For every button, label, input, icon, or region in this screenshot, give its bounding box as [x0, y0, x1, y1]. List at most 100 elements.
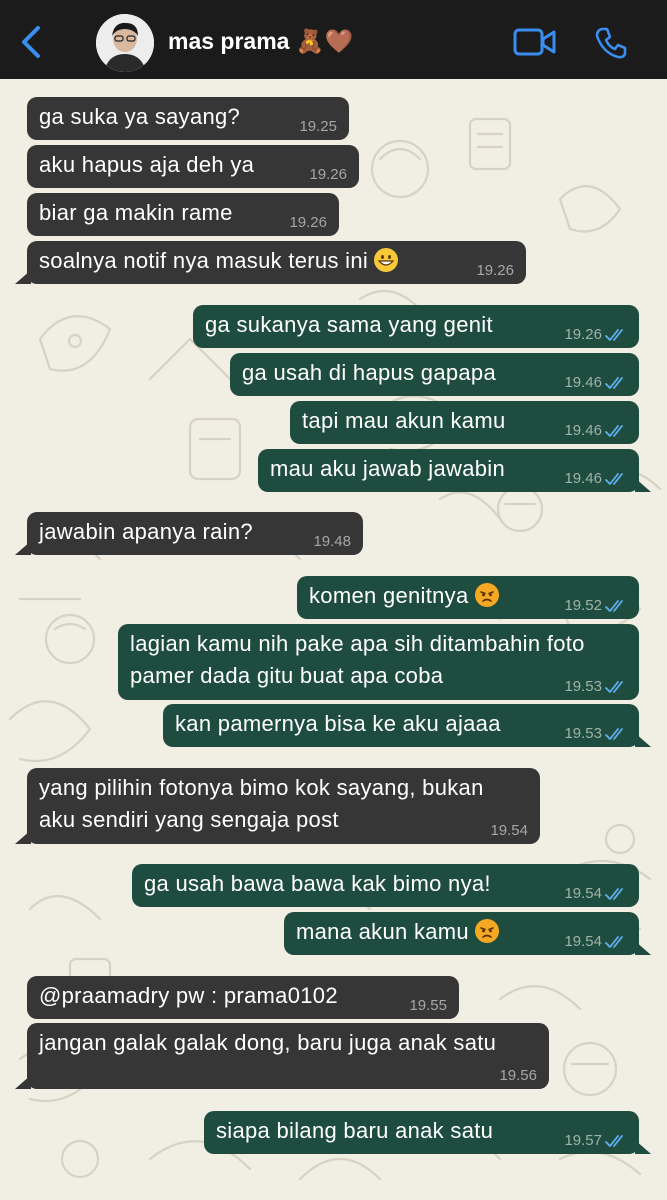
message-time: 19.53: [564, 725, 602, 742]
read-receipt-icon: [605, 425, 623, 437]
message-timestamp: 19.48: [313, 534, 351, 550]
read-receipt-icon: [605, 600, 623, 612]
bubble-tail: [635, 733, 651, 747]
avatar[interactable]: [96, 14, 154, 72]
message-timestamp: 19.53: [564, 679, 627, 695]
message-time: 19.54: [490, 822, 528, 839]
message-text: lagian kamu nih pake apa sih ditambahin …: [130, 631, 585, 688]
message-time: 19.52: [564, 597, 602, 614]
read-receipt-icon: [605, 936, 623, 948]
message-timestamp: 19.46: [564, 423, 627, 439]
message-text: jangan galak galak dong, baru juga anak …: [39, 1030, 497, 1055]
message-timestamp: 19.53: [564, 726, 627, 742]
message-text: @praamadry pw : prama0102: [39, 983, 338, 1008]
incoming-message-bubble[interactable]: aku hapus aja deh ya 19.26: [27, 145, 359, 188]
read-receipt-icon: [605, 681, 623, 693]
message-text: mau aku jawab jawabin: [270, 456, 505, 481]
message-time: 19.54: [564, 885, 602, 902]
bubble-tail: [15, 1075, 31, 1089]
incoming-message-bubble[interactable]: yang pilihin fotonya bimo kok sayang, bu…: [15, 768, 540, 844]
message-text: mana akun kamu: [296, 919, 469, 944]
message-text: aku hapus aja deh ya: [39, 152, 255, 177]
message-time: 19.53: [564, 678, 602, 695]
chat-wallpaper: ga suka ya sayang? 19.25 aku hapus aja deh…: [0, 79, 667, 1200]
message-time: 19.46: [564, 422, 602, 439]
message-timestamp: 19.46: [564, 375, 627, 391]
chevron-left-icon[interactable]: [18, 24, 46, 60]
message-timestamp: 19.57: [564, 1133, 627, 1149]
bubble-tail: [15, 270, 31, 284]
message-text: siapa bilang baru anak satu: [216, 1118, 494, 1143]
message-timestamp: 19.56: [499, 1068, 537, 1084]
read-receipt-icon: [605, 888, 623, 900]
message-text: ga usah bawa bawa kak bimo nya!: [144, 871, 491, 896]
message-text: komen genitnya: [309, 583, 469, 608]
message-timestamp: 19.26: [564, 327, 627, 343]
message-time: 19.26: [289, 214, 327, 231]
message-time: 19.26: [309, 166, 347, 183]
outgoing-message-bubble[interactable]: lagian kamu nih pake apa sih ditambahin …: [118, 624, 639, 700]
incoming-message-bubble[interactable]: jawabin apanya rain? 19.48: [15, 512, 363, 555]
outgoing-message-bubble[interactable]: komen genitnya 19.52: [297, 576, 639, 619]
outgoing-message-bubble[interactable]: ga usah bawa bawa kak bimo nya! 19.54: [132, 864, 639, 907]
message-time: 19.25: [299, 118, 337, 135]
read-receipt-icon: [605, 329, 623, 341]
phone-icon[interactable]: [594, 26, 628, 60]
message-time: 19.56: [499, 1067, 537, 1084]
outgoing-message-bubble[interactable]: kan pamernya bisa ke aku ajaaa 19.53: [163, 704, 651, 747]
angry-face-emoji: [475, 919, 500, 943]
message-text: ga suka ya sayang?: [39, 104, 241, 129]
message-timestamp: 19.54: [490, 823, 528, 839]
message-time: 19.46: [564, 374, 602, 391]
message-timestamp: 19.54: [564, 934, 627, 950]
message-text: ga usah di hapus gapapa: [242, 360, 497, 385]
outgoing-message-bubble[interactable]: mana akun kamu 19.54: [284, 912, 651, 955]
outgoing-message-bubble[interactable]: siapa bilang baru anak satu 19.57: [204, 1111, 651, 1154]
chat-header: mas prama 🧸🤎: [0, 0, 667, 79]
incoming-message-bubble[interactable]: @praamadry pw : prama0102 19.55: [27, 976, 459, 1019]
read-receipt-icon: [605, 1135, 623, 1147]
outgoing-message-bubble[interactable]: tapi mau akun kamu 19.46: [290, 401, 639, 444]
message-timestamp: 19.26: [476, 263, 514, 279]
bubble-tail: [635, 1140, 651, 1154]
message-text: tapi mau akun kamu: [302, 408, 506, 433]
incoming-message-bubble[interactable]: ga suka ya sayang? 19.25: [27, 97, 349, 140]
message-time: 19.48: [313, 533, 351, 550]
message-text: jawabin apanya rain?: [39, 519, 253, 544]
contact-name[interactable]: mas prama 🧸🤎: [168, 28, 353, 55]
bubble-tail: [635, 941, 651, 955]
incoming-message-bubble[interactable]: biar ga makin rame 19.26: [27, 193, 339, 236]
message-text: ga sukanya sama yang genit: [205, 312, 493, 337]
message-text: yang pilihin fotonya bimo kok sayang, bu…: [39, 775, 484, 832]
message-time: 19.54: [564, 933, 602, 950]
message-timestamp: 19.52: [564, 598, 627, 614]
message-text: soalnya notif nya masuk terus ini: [39, 248, 369, 273]
message-text: kan pamernya bisa ke aku ajaaa: [175, 711, 501, 736]
bubble-tail: [15, 541, 31, 555]
message-timestamp: 19.54: [564, 886, 627, 902]
message-timestamp: 19.26: [309, 167, 347, 183]
bubble-tail: [15, 830, 31, 844]
message-timestamp: 19.25: [299, 119, 337, 135]
message-time: 19.26: [564, 326, 602, 343]
bubble-tail: [635, 478, 651, 492]
message-timestamp: 19.46: [564, 471, 627, 487]
message-timestamp: 19.55: [409, 998, 447, 1014]
message-time: 19.55: [409, 997, 447, 1014]
message-time: 19.46: [564, 470, 602, 487]
message-time: 19.57: [564, 1132, 602, 1149]
incoming-message-bubble[interactable]: jangan galak galak dong, baru juga anak …: [15, 1023, 549, 1089]
video-camera-icon[interactable]: [513, 27, 557, 57]
outgoing-message-bubble[interactable]: ga usah di hapus gapapa 19.46: [230, 353, 639, 396]
message-text: biar ga makin rame: [39, 200, 233, 225]
grinning-face-emoji: [374, 248, 399, 272]
read-receipt-icon: [605, 728, 623, 740]
incoming-message-bubble[interactable]: soalnya notif nya masuk terus ini 19.26: [15, 241, 526, 284]
read-receipt-icon: [605, 377, 623, 389]
read-receipt-icon: [605, 473, 623, 485]
angry-face-emoji: [474, 583, 499, 607]
outgoing-message-bubble[interactable]: mau aku jawab jawabin 19.46: [258, 449, 651, 492]
message-timestamp: 19.26: [289, 215, 327, 231]
message-time: 19.26: [476, 262, 514, 279]
outgoing-message-bubble[interactable]: ga sukanya sama yang genit 19.26: [193, 305, 639, 348]
